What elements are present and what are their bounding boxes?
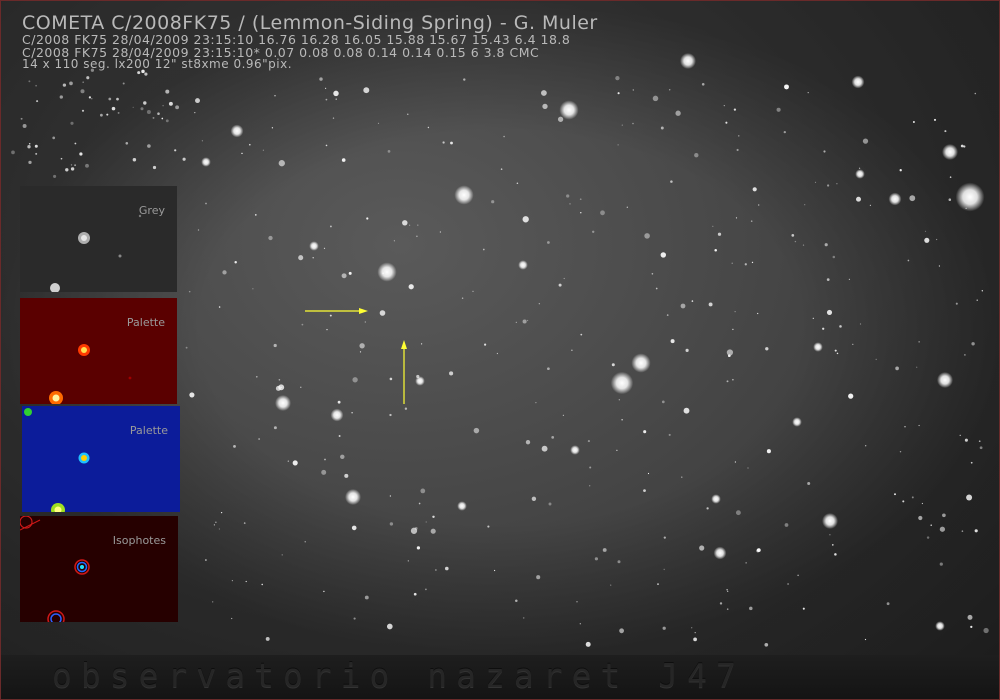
panel-palette-blue: Palette	[22, 406, 180, 512]
panel-isophotes-label: Isophotes	[112, 534, 166, 547]
astro-image: COMETA C/2008FK75 / (Lemmon-Siding Sprin…	[0, 0, 1000, 700]
panel-palette-red-label: Palette	[126, 316, 165, 329]
panel-palette-blue-image	[22, 406, 180, 512]
panel-palette-blue-label: Palette	[129, 424, 168, 437]
panel-grey-label: Grey	[138, 204, 165, 217]
exposure-info: 14 x 110 seg. lx200 12" st8xme 0.96"pix.	[22, 57, 293, 71]
observatory-name: observatorio nazaret J47	[52, 656, 745, 695]
footer-bar: observatorio nazaret J47	[0, 655, 1000, 700]
panel-isophotes: Isophotes	[20, 516, 178, 622]
panel-palette-red-image	[20, 298, 177, 404]
panel-isophotes-image	[20, 516, 178, 622]
panel-grey-image	[20, 186, 177, 292]
panel-palette-red: Palette	[20, 298, 177, 404]
image-title: COMETA C/2008FK75 / (Lemmon-Siding Sprin…	[22, 12, 598, 34]
panel-grey: Grey	[20, 186, 177, 292]
